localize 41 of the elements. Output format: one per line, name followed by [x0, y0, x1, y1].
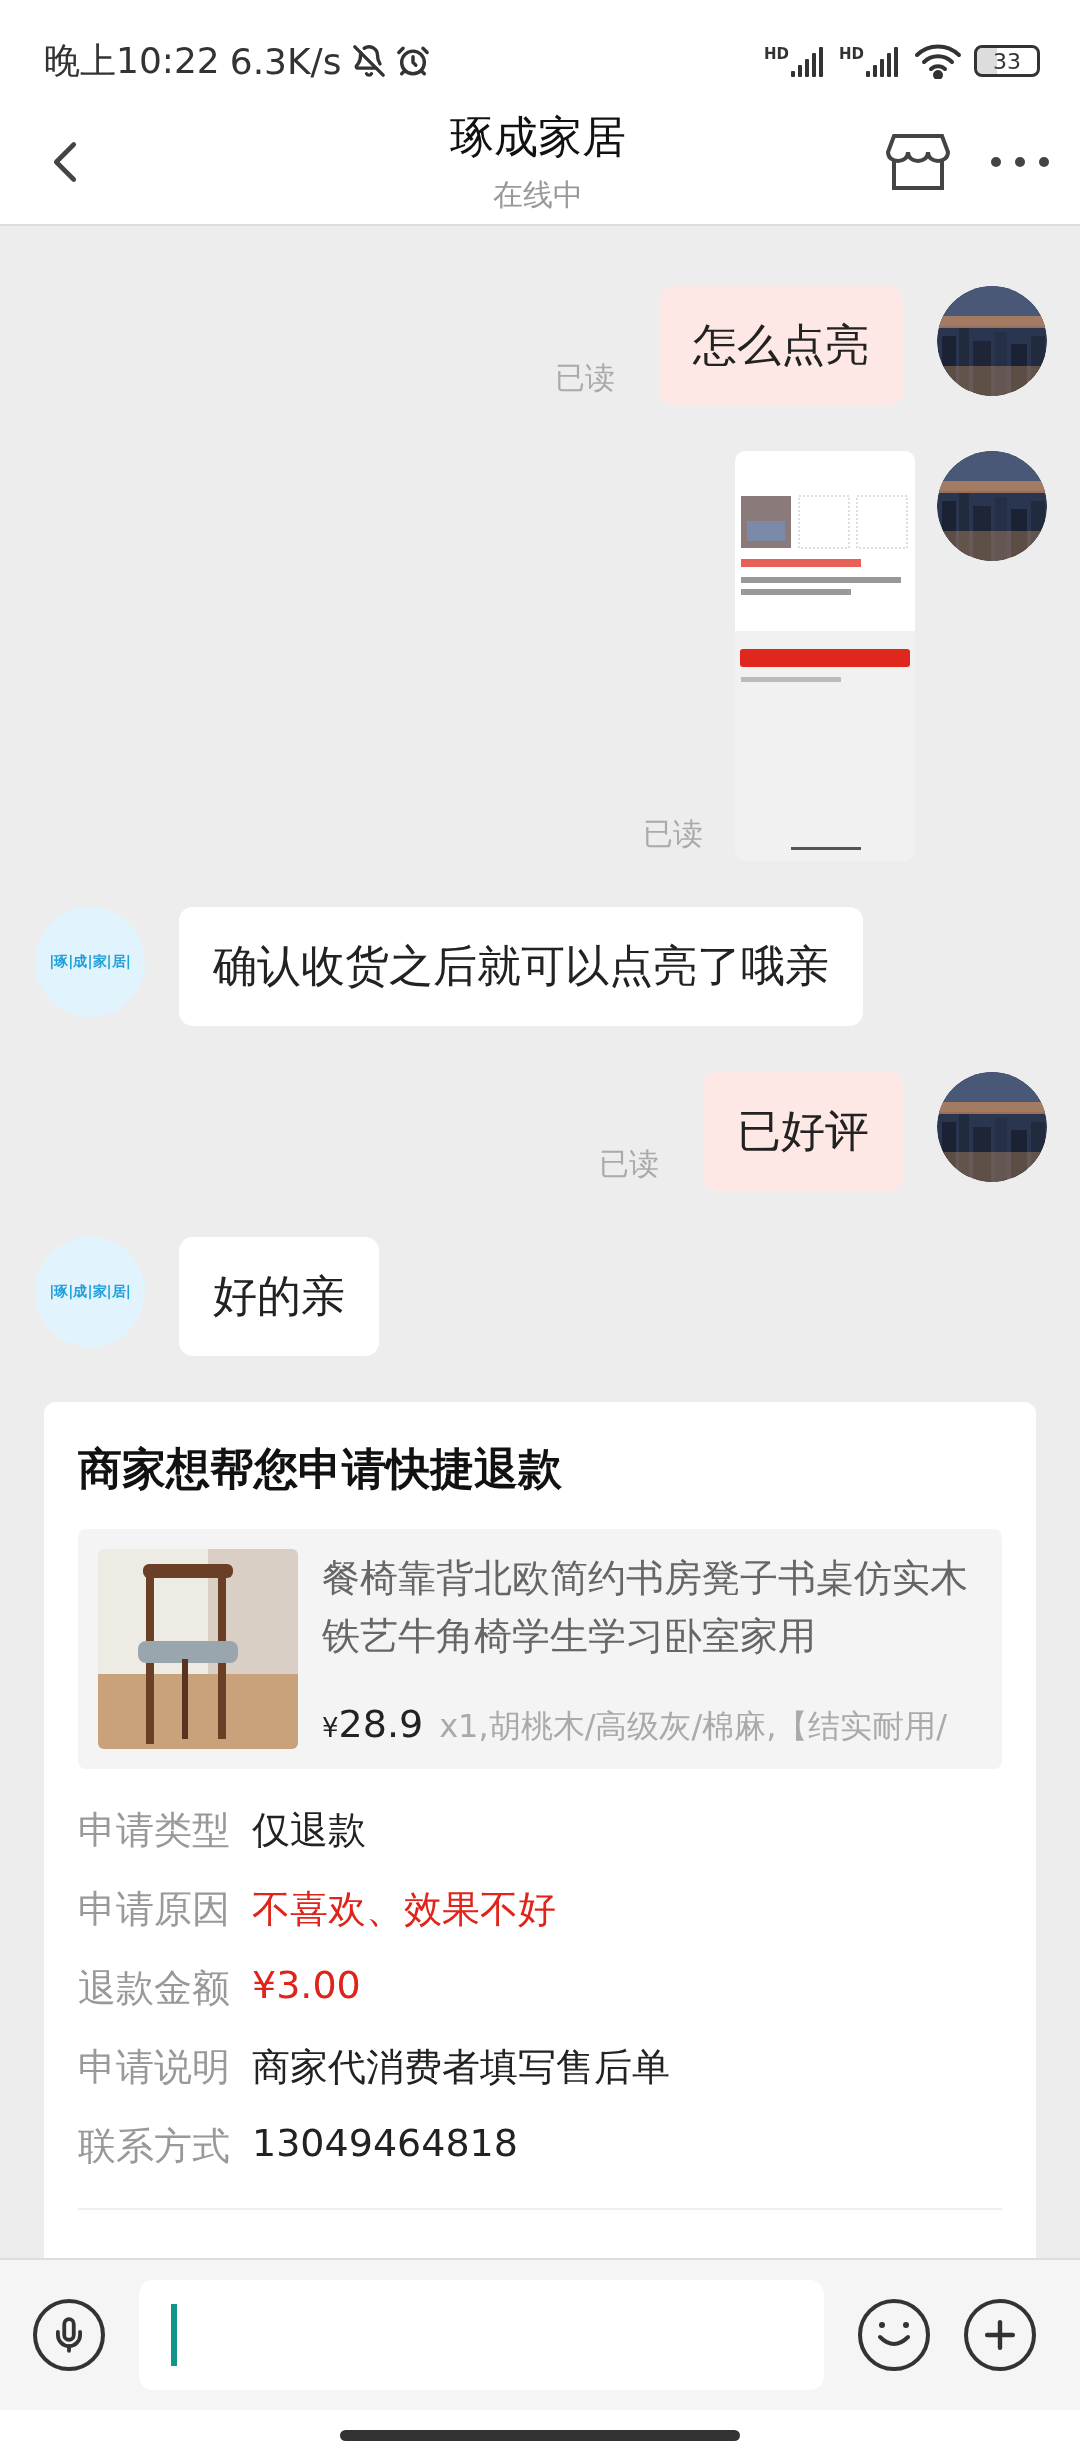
detail-label: 联系方式: [78, 2123, 230, 2170]
detail-label: 申请说明: [78, 2044, 230, 2091]
read-receipt: 已读: [599, 1145, 659, 1183]
alarm-icon: [395, 44, 430, 78]
store-icon[interactable]: [886, 132, 950, 192]
add-button[interactable]: [964, 2299, 1036, 2371]
detail-value: ¥3.00: [252, 1963, 361, 2009]
card-title: 商家想帮您申请快捷退款: [78, 1442, 563, 1496]
read-receipt: 已读: [643, 815, 703, 853]
status-time: 晚上10:22: [44, 38, 220, 83]
read-receipt: 已读: [555, 359, 615, 397]
detail-label: 退款金额: [78, 1965, 230, 2012]
message-bubble: 确认收货之后就可以点亮了哦亲: [179, 907, 863, 1026]
home-indicator[interactable]: [340, 2429, 740, 2441]
detail-value: 不喜欢、效果不好: [252, 1886, 556, 1933]
shop-avatar: |琢|成|家|居|: [35, 1237, 145, 1347]
detail-label: 申请原因: [78, 1886, 230, 1933]
shop-avatar: |琢|成|家|居|: [35, 907, 145, 1017]
voice-button[interactable]: [33, 2299, 105, 2371]
message-input[interactable]: [139, 2280, 824, 2390]
hd-label: HD: [839, 45, 864, 63]
emoji-button[interactable]: [858, 2299, 930, 2371]
bell-off-icon: [351, 44, 386, 78]
detail-value: 仅退款: [252, 1807, 366, 1854]
message-bubble: 好的亲: [179, 1237, 379, 1356]
battery-level: 33: [974, 45, 1040, 77]
message-bubble: 怎么点亮: [659, 286, 903, 405]
wifi-icon: [914, 43, 962, 79]
hd-label: HD: [763, 45, 789, 63]
online-status: 在线中: [493, 176, 583, 214]
more-icon[interactable]: [990, 156, 1050, 168]
product-name: 餐椅靠背北欧简约书房凳子书桌仿实木铁艺牛角椅学生学习卧室家用: [322, 1555, 969, 1660]
product-panel[interactable]: 餐椅靠背北欧简约书房凳子书桌仿实木铁艺牛角椅学生学习卧室家用 ¥28.9 x1,胡桃木/高级灰/棉麻,【结实耐用/: [78, 1529, 1002, 1769]
detail-value: 商家代消费者填写售后单: [252, 2044, 670, 2091]
message-bubble: 已好评: [703, 1072, 903, 1191]
detail-value: 13049464818: [252, 2121, 518, 2167]
network-speed: 6.3K/s: [229, 40, 342, 82]
chat-title: 琢成家居: [450, 110, 626, 164]
product-price: ¥28.9: [322, 1702, 424, 1746]
product-spec: x1,胡桃木/高级灰/棉麻,【结实耐用/: [439, 1706, 948, 1747]
detail-label: 申请类型: [78, 1807, 230, 1854]
